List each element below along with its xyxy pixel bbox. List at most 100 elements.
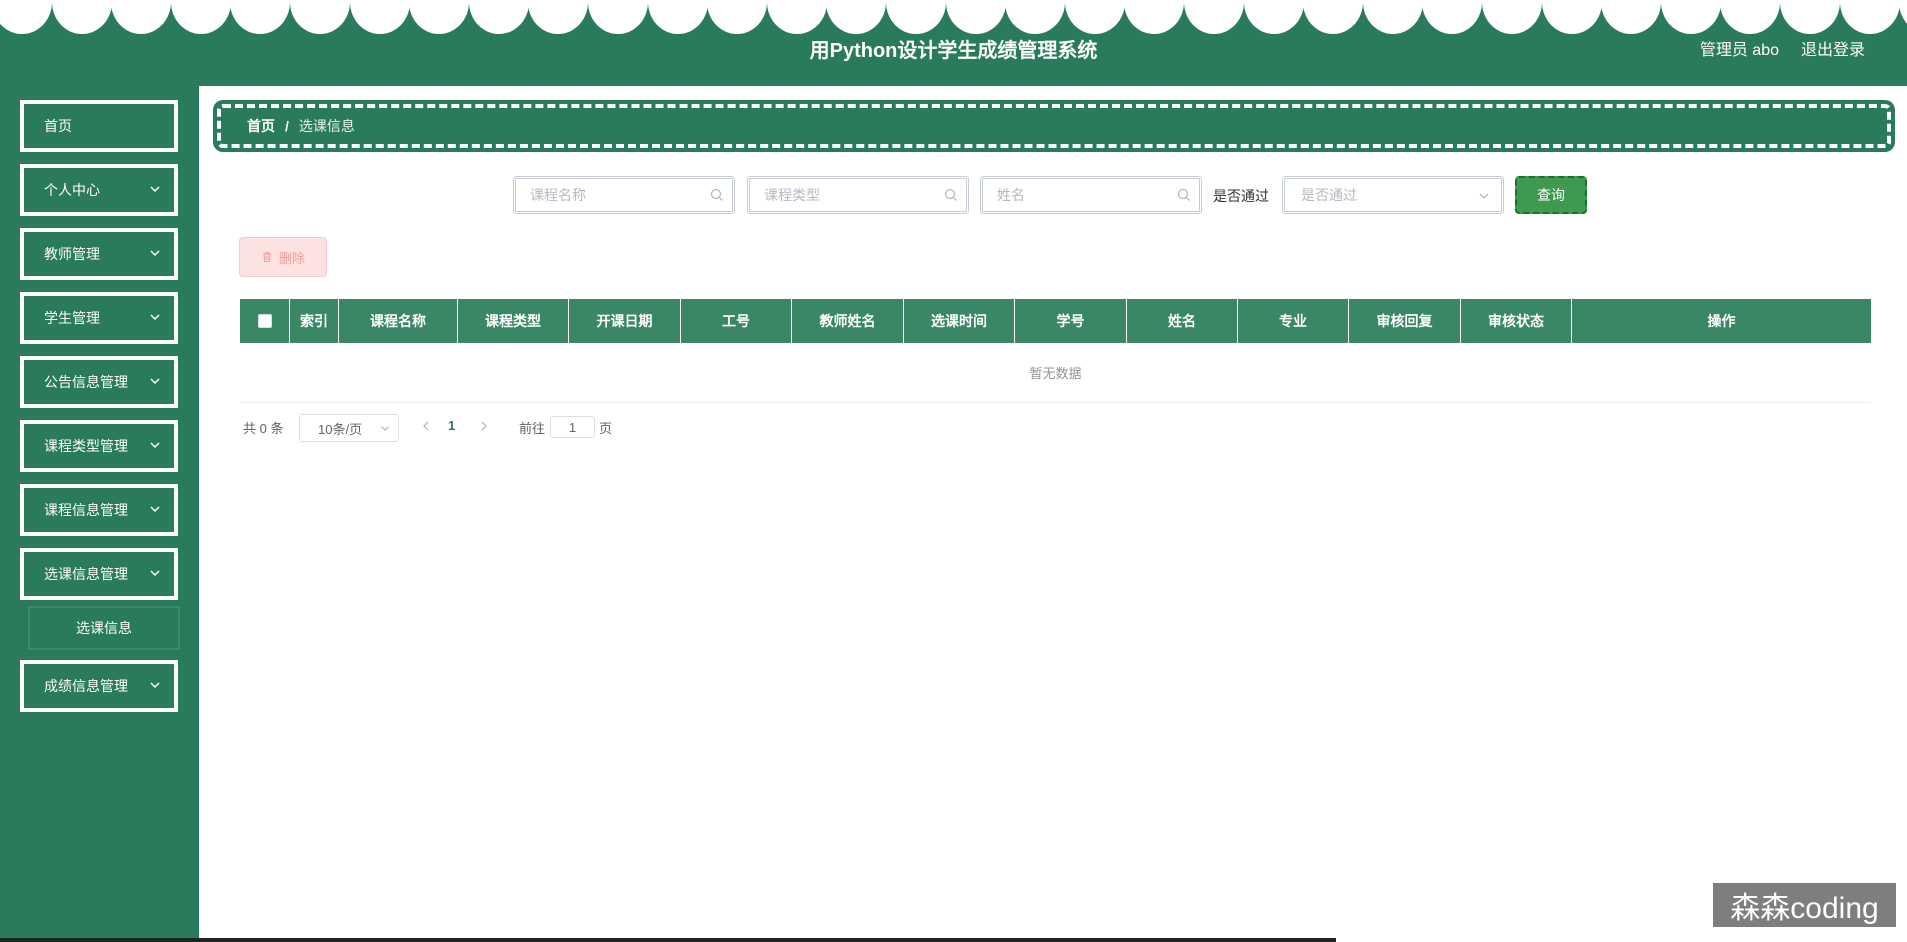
search-icon [710, 188, 723, 201]
scallop-shape [51, 0, 112, 34]
app-title: 用Python设计学生成绩管理系统 [809, 40, 1098, 62]
table-header: 索引 课程名称 课程类型 开课日期 工号 教师姓名 选课时间 学号 姓名 专业 … [240, 299, 1871, 343]
watermark: 森森coding [1713, 883, 1896, 927]
delete-button[interactable]: 删除 [239, 237, 327, 277]
select-all-checkbox[interactable] [257, 314, 272, 328]
scallop-shape [886, 0, 946, 34]
passed-filter-label: 是否通过 [1213, 188, 1269, 204]
chevron-down-icon [150, 250, 160, 256]
sidebar-item-label: 公告信息管理 [44, 374, 128, 390]
sidebar-subitem-label: 选课信息 [76, 620, 132, 636]
scallop-shape [1362, 0, 1423, 34]
current-user-label: 管理员 abo [1699, 42, 1779, 59]
scallop-shape [1780, 0, 1840, 34]
total-count: 共 0 条 [243, 420, 284, 436]
sidebar-subitem-course-selection-info[interactable]: 选课信息 [28, 606, 180, 650]
name-input[interactable] [983, 179, 1199, 211]
sidebar-item-label: 课程类型管理 [44, 438, 128, 454]
breadcrumb-inner: 首页 / 选课信息 [217, 104, 1891, 148]
sidebar-item-grade-management[interactable]: 成绩信息管理 [20, 660, 178, 712]
scallop-shape [1243, 0, 1304, 34]
course-type-input[interactable] [750, 179, 966, 211]
sidebar-item-announcement-management[interactable]: 公告信息管理 [20, 356, 178, 408]
chevron-down-icon [150, 378, 160, 384]
chevron-down-icon [150, 506, 160, 512]
header-scallop-decoration [0, 0, 1907, 36]
logout-link[interactable]: 退出登录 [1801, 36, 1865, 60]
goto-suffix: 页 [599, 421, 613, 436]
goto-label: 前往 [519, 421, 546, 436]
sidebar-item-label: 选课信息管理 [44, 566, 128, 582]
sidebar-item-label: 教师管理 [44, 246, 100, 262]
column-header: 审核状态 [1461, 299, 1572, 343]
scallop-shape [0, 0, 52, 34]
chevron-down-icon [150, 682, 160, 688]
sidebar-item-home[interactable]: 首页 [20, 100, 178, 152]
scallop-shape [1839, 0, 1900, 34]
scallop-shape [647, 0, 708, 34]
chevron-down-icon [150, 442, 160, 448]
column-header: 选课时间 [904, 299, 1015, 343]
course-type-search [747, 176, 969, 214]
sidebar-item-course-type-management[interactable]: 课程类型管理 [20, 420, 178, 472]
scallop-shape [1064, 0, 1125, 34]
chevron-down-icon [150, 570, 160, 576]
sidebar-item-label: 课程信息管理 [44, 502, 128, 518]
sidebar-item-label: 首页 [44, 118, 72, 134]
scallop-shape [1124, 0, 1185, 34]
sidebar: 首页 个人中心 教师管理 学生管理 公告信息管理 课程类型管理 课程信息管理 选… [0, 86, 199, 942]
goto-page-input[interactable] [550, 416, 595, 438]
sidebar-item-course-selection-management[interactable]: 选课信息管理 [20, 548, 178, 600]
scallop-shape [826, 0, 887, 34]
breadcrumb: 首页 / 选课信息 [213, 100, 1895, 152]
column-header: 姓名 [1127, 299, 1238, 343]
passed-filter-placeholder: 是否通过 [1301, 187, 1357, 203]
column-header: 开课日期 [569, 299, 681, 343]
pagination-total: 共 0 条 [243, 412, 283, 442]
name-search [980, 176, 1202, 214]
query-button[interactable]: 查询 [1515, 176, 1587, 214]
scallop-shape [1482, 0, 1542, 34]
scallop-shape [290, 0, 350, 34]
sidebar-item-course-info-management[interactable]: 课程信息管理 [20, 484, 178, 536]
column-header: 索引 [290, 299, 339, 343]
select-all-cell [240, 299, 290, 343]
scallop-shape [1422, 0, 1483, 34]
breadcrumb-current: 选课信息 [298, 118, 355, 134]
scallop-shape [707, 0, 768, 34]
scallop-shape [170, 0, 231, 34]
passed-filter-select[interactable]: 是否通过 [1282, 176, 1504, 214]
column-header: 审核回复 [1349, 299, 1461, 343]
breadcrumb-home-link[interactable]: 首页 [247, 116, 275, 136]
page-number-current[interactable]: 1 [448, 418, 455, 433]
scallop-shape [1720, 0, 1781, 34]
sidebar-item-student-management[interactable]: 学生管理 [20, 292, 178, 344]
course-name-input[interactable] [516, 179, 732, 211]
scallop-shape [1541, 0, 1602, 34]
trash-icon [262, 252, 271, 262]
column-header: 操作 [1707, 313, 1736, 329]
scallop-shape [1660, 0, 1721, 34]
sidebar-item-teacher-management[interactable]: 教师管理 [20, 228, 178, 280]
search-icon [1177, 188, 1190, 201]
scallop-shape [409, 0, 470, 34]
sidebar-item-personal-center[interactable]: 个人中心 [20, 164, 178, 216]
scallop-shape [349, 0, 410, 34]
prev-page-icon[interactable] [418, 416, 434, 436]
scallop-shape [588, 0, 648, 34]
chevron-down-icon [381, 426, 389, 431]
page-size-select[interactable]: 10条/页 [299, 414, 399, 442]
table-empty-state: 暂无数据 [240, 343, 1871, 403]
scallop-shape [945, 0, 1006, 34]
scallop-shape [1601, 0, 1662, 34]
next-page-icon[interactable] [476, 416, 492, 436]
column-header: 课程名称 [339, 299, 458, 343]
scallop-shape [1899, 0, 1907, 34]
chevron-down-icon [150, 314, 160, 320]
scallop-shape [1303, 0, 1364, 34]
scallop-shape [1005, 0, 1066, 34]
bottom-edge-bar [0, 938, 1336, 942]
scallop-shape [468, 0, 529, 34]
column-header: 工号 [681, 299, 792, 343]
scallop-shape [111, 0, 172, 34]
